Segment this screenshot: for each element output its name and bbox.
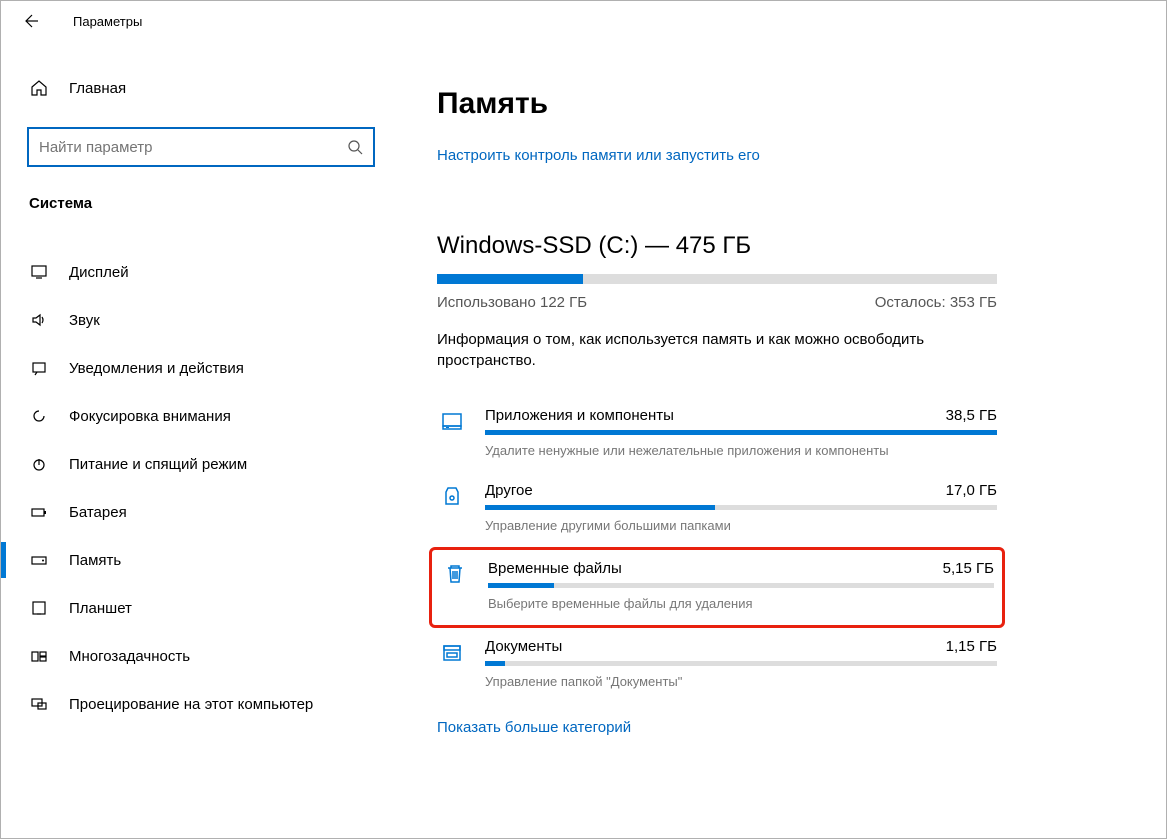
settings-window: Параметры Главная Система Дисплей Звук Уве… (0, 0, 1167, 839)
sidebar-item-project[interactable]: Проецирование на этот компьютер (27, 680, 375, 728)
sidebar-item-label: Фокусировка внимания (69, 408, 231, 425)
sidebar-item-display[interactable]: Дисплей (27, 248, 375, 296)
category-bar-fill (485, 505, 715, 510)
content: Память Настроить контроль памяти или зап… (401, 41, 1166, 838)
search-input[interactable] (39, 139, 347, 156)
sidebar-item-focus[interactable]: Фокусировка внимания (27, 392, 375, 440)
category-bar (485, 505, 997, 510)
titlebar: Параметры (1, 1, 1166, 41)
category-body: Приложения и компоненты 38,5 ГБ Удалите не… (485, 407, 997, 458)
category-list: Приложения и компоненты 38,5 ГБ Удалите не… (437, 397, 997, 703)
disk-free-text: Осталось: 353 ГБ (875, 294, 997, 311)
display-icon (29, 263, 49, 281)
back-button[interactable] (21, 12, 39, 30)
sidebar-item-storage[interactable]: Память (27, 536, 375, 584)
category-title: Другое (485, 482, 533, 499)
category-size: 1,15 ГБ (946, 638, 997, 655)
sidebar-item-sound[interactable]: Звук (27, 296, 375, 344)
notifications-icon (29, 359, 49, 377)
page-title: Память (437, 87, 1126, 121)
sound-icon (29, 311, 49, 329)
search-icon (347, 139, 363, 155)
apps-icon (437, 407, 467, 458)
category-bar-fill (485, 661, 505, 666)
category-body: Документы 1,15 ГБ Управление папкой "Докум… (485, 638, 997, 689)
sidebar-home[interactable]: Главная (27, 67, 375, 109)
category-subtitle: Выберите временные файлы для удаления (488, 596, 994, 611)
category-header: Временные файлы 5,15 ГБ (488, 560, 994, 577)
category-bar (488, 583, 994, 588)
sidebar-item-notifications[interactable]: Уведомления и действия (27, 344, 375, 392)
sidebar-item-label: Многозадачность (69, 648, 190, 665)
home-icon (29, 79, 49, 97)
disk-used-text: Использовано 122 ГБ (437, 294, 587, 311)
storage-icon (29, 551, 49, 569)
tablet-icon (29, 599, 49, 617)
sidebar-home-label: Главная (69, 80, 126, 97)
category-size: 38,5 ГБ (946, 407, 997, 424)
sidebar-item-multitask[interactable]: Многозадачность (27, 632, 375, 680)
category-header: Другое 17,0 ГБ (485, 482, 997, 499)
sidebar-item-tablet[interactable]: Планшет (27, 584, 375, 632)
sidebar-item-power[interactable]: Питание и спящий режим (27, 440, 375, 488)
body: Главная Система Дисплей Звук Уведомления и… (1, 41, 1166, 838)
category-item-other[interactable]: Другое 17,0 ГБ Управление другими большими… (437, 472, 997, 547)
category-size: 5,15 ГБ (943, 560, 994, 577)
category-item-docs[interactable]: Документы 1,15 ГБ Управление папкой "Докум… (437, 628, 997, 703)
disk-usage-fill (437, 274, 583, 284)
arrow-left-icon (21, 12, 39, 30)
sidebar-item-label: Уведомления и действия (69, 360, 244, 377)
sidebar-item-label: Дисплей (69, 264, 129, 281)
category-subtitle: Управление папкой "Документы" (485, 674, 997, 689)
category-header: Документы 1,15 ГБ (485, 638, 997, 655)
window-title: Параметры (73, 14, 142, 29)
sidebar-item-label: Звук (69, 312, 100, 329)
category-title: Документы (485, 638, 562, 655)
docs-icon (437, 638, 467, 689)
category-title: Приложения и компоненты (485, 407, 674, 424)
sidebar: Главная Система Дисплей Звук Уведомления и… (1, 41, 401, 838)
category-body: Временные файлы 5,15 ГБ Выберите временные… (488, 560, 994, 611)
sidebar-item-label: Планшет (69, 600, 132, 617)
category-body: Другое 17,0 ГБ Управление другими большими… (485, 482, 997, 533)
trash-icon (440, 560, 470, 611)
category-size: 17,0 ГБ (946, 482, 997, 499)
disk-name: Windows-SSD (C:) — 475 ГБ (437, 232, 1126, 260)
sidebar-item-label: Проецирование на этот компьютер (69, 696, 313, 713)
category-header: Приложения и компоненты 38,5 ГБ (485, 407, 997, 424)
disk-description: Информация о том, как используется памят… (437, 329, 997, 371)
category-item-trash[interactable]: Временные файлы 5,15 ГБ Выберите временные… (429, 547, 1005, 628)
sidebar-item-label: Батарея (69, 504, 127, 521)
show-more-categories-link[interactable]: Показать больше категорий (437, 719, 1126, 736)
disk-usage-bar (437, 274, 997, 284)
multitask-icon (29, 647, 49, 665)
category-subtitle: Удалите ненужные или нежелательные прило… (485, 443, 997, 458)
sidebar-section-label: Система (27, 195, 375, 212)
category-bar (485, 430, 997, 435)
category-bar-fill (488, 583, 554, 588)
power-icon (29, 455, 49, 473)
search-box[interactable] (27, 127, 375, 167)
project-icon (29, 695, 49, 713)
category-item-apps[interactable]: Приложения и компоненты 38,5 ГБ Удалите не… (437, 397, 997, 472)
battery-icon (29, 503, 49, 521)
disk-stats: Использовано 122 ГБ Осталось: 353 ГБ (437, 294, 997, 311)
focus-icon (29, 407, 49, 425)
sidebar-item-label: Питание и спящий режим (69, 456, 247, 473)
category-bar-fill (485, 430, 997, 435)
configure-storage-sense-link[interactable]: Настроить контроль памяти или запустить … (437, 147, 1126, 164)
other-icon (437, 482, 467, 533)
sidebar-item-battery[interactable]: Батарея (27, 488, 375, 536)
category-bar (485, 661, 997, 666)
category-subtitle: Управление другими большими папками (485, 518, 997, 533)
nav-list: Дисплей Звук Уведомления и действия Фокусир… (27, 248, 375, 728)
category-title: Временные файлы (488, 560, 622, 577)
sidebar-item-label: Память (69, 552, 121, 569)
